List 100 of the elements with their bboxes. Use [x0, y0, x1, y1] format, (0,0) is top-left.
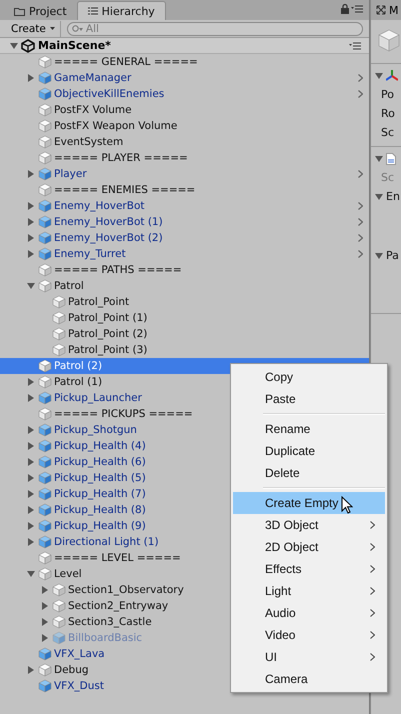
object-name[interactable]: ObjectiveKillEnemies	[54, 88, 164, 100]
chevron-icon[interactable]	[358, 170, 363, 178]
object-name[interactable]: Pickup_Health (7)	[54, 488, 146, 500]
object-name[interactable]: Patrol_Point (3)	[68, 344, 148, 356]
collapsed-arrow-icon[interactable]	[41, 618, 49, 626]
collapsed-arrow-icon[interactable]	[27, 426, 35, 434]
field-label: Sc	[380, 171, 394, 184]
collapsed-arrow-icon[interactable]	[27, 74, 35, 82]
menu-item[interactable]: Audio	[233, 602, 385, 624]
expanded-arrow-icon[interactable]	[375, 192, 383, 200]
object-name[interactable]: Patrol_Point (1)	[68, 312, 148, 324]
menu-item[interactable]: Light	[233, 580, 385, 602]
object-name[interactable]: ===== ENEMIES =====	[54, 184, 196, 196]
chevron-icon[interactable]	[358, 90, 363, 98]
object-name[interactable]: Enemy_HoverBot	[54, 200, 144, 212]
object-name[interactable]: Section1_Observatory	[68, 584, 184, 596]
cube-icon	[38, 487, 52, 501]
object-name[interactable]: ===== GENERAL =====	[54, 56, 198, 68]
collapsed-arrow-icon[interactable]	[27, 234, 35, 242]
collapsed-arrow-icon[interactable]	[41, 586, 49, 594]
chevron-icon[interactable]	[358, 250, 363, 258]
lock-icon[interactable]	[341, 4, 349, 14]
menu-item[interactable]: Video	[233, 624, 385, 646]
menu-item[interactable]: Camera	[233, 668, 385, 690]
object-name[interactable]: VFX_Lava	[54, 648, 105, 660]
object-name[interactable]: Player	[54, 168, 87, 180]
chevron-icon[interactable]	[358, 74, 363, 82]
menu-icon[interactable]	[351, 4, 363, 14]
collapsed-arrow-icon[interactable]	[27, 490, 35, 498]
menu-icon[interactable]	[349, 42, 361, 50]
object-name[interactable]: Pickup_Shotgun	[54, 424, 137, 436]
menu-item[interactable]: Rename	[233, 418, 385, 440]
object-name[interactable]: Section3_Castle	[68, 616, 152, 628]
menu-item[interactable]: Create Empty	[233, 492, 385, 514]
menu-item[interactable]: 3D Object	[233, 514, 385, 536]
menu-item[interactable]: Effects	[233, 558, 385, 580]
object-name[interactable]: VFX_Dust	[54, 680, 104, 692]
panel-tab[interactable]: Hierarchy	[76, 1, 166, 20]
object-name[interactable]: ===== PICKUPS =====	[54, 408, 193, 420]
expanded-arrow-icon[interactable]	[27, 282, 35, 290]
object-name[interactable]: Debug	[54, 664, 89, 676]
object-name[interactable]: EventSystem	[54, 136, 124, 148]
expanded-arrow-icon[interactable]	[375, 154, 383, 162]
collapsed-arrow-icon[interactable]	[27, 474, 35, 482]
object-name[interactable]: Patrol_Point (2)	[68, 328, 148, 340]
menu-item[interactable]: Delete	[233, 462, 385, 484]
collapsed-arrow-icon[interactable]	[27, 202, 35, 210]
object-name[interactable]: Pickup_Launcher	[54, 392, 142, 404]
object-name[interactable]: ===== PLAYER =====	[54, 152, 188, 164]
object-name[interactable]: Pickup_Health (9)	[54, 520, 146, 532]
field-label: Pa	[386, 249, 399, 262]
object-name[interactable]: Enemy_HoverBot (2)	[54, 232, 163, 244]
object-name[interactable]: Pickup_Health (5)	[54, 472, 146, 484]
object-name[interactable]: Enemy_Turret	[54, 248, 126, 260]
collapsed-arrow-icon[interactable]	[41, 602, 49, 610]
collapsed-arrow-icon[interactable]	[27, 538, 35, 546]
expanded-arrow-icon[interactable]	[375, 72, 383, 80]
collapsed-arrow-icon[interactable]	[27, 250, 35, 258]
collapsed-arrow-icon[interactable]	[27, 666, 35, 674]
chevron-icon[interactable]	[358, 234, 363, 242]
object-name[interactable]: Pickup_Health (6)	[54, 456, 146, 468]
create-dropdown[interactable]: Create	[6, 20, 61, 36]
expanded-arrow-icon[interactable]	[10, 42, 18, 50]
menu-item[interactable]: Paste	[233, 388, 385, 410]
collapsed-arrow-icon[interactable]	[27, 442, 35, 450]
axes-icon	[386, 70, 398, 82]
cursor-icon	[341, 496, 353, 514]
object-name[interactable]: Section2_Entryway	[68, 600, 168, 612]
expanded-arrow-icon[interactable]	[375, 252, 383, 260]
collapsed-arrow-icon[interactable]	[27, 506, 35, 514]
object-name[interactable]: Pickup_Health (4)	[54, 440, 146, 452]
collapsed-arrow-icon[interactable]	[27, 522, 35, 530]
object-name[interactable]: Directional Light (1)	[54, 536, 159, 548]
menu-item[interactable]: 2D Object	[233, 536, 385, 558]
object-name[interactable]: Patrol_Point	[68, 296, 130, 308]
cube-icon	[52, 583, 66, 597]
cube-icon	[38, 423, 52, 437]
collapsed-arrow-icon[interactable]	[27, 458, 35, 466]
object-name[interactable]: ===== LEVEL =====	[54, 552, 181, 564]
object-name[interactable]: ===== PATHS =====	[54, 264, 182, 276]
expanded-arrow-icon[interactable]	[27, 570, 35, 578]
chevron-icon[interactable]	[358, 202, 363, 210]
object-name[interactable]: Level	[54, 568, 82, 580]
object-name[interactable]: Patrol (1)	[54, 376, 102, 388]
object-name[interactable]: Patrol	[54, 280, 84, 292]
object-name[interactable]: Pickup_Health (8)	[54, 504, 146, 516]
collapsed-arrow-icon[interactable]	[27, 378, 35, 386]
object-name[interactable]: PostFX Weapon Volume	[54, 120, 178, 132]
menu-item[interactable]: Duplicate	[233, 440, 385, 462]
object-name[interactable]: PostFX Volume	[54, 104, 132, 116]
object-name[interactable]: Enemy_HoverBot (1)	[54, 216, 163, 228]
maximize-icon[interactable]	[376, 5, 386, 15]
object-name[interactable]: Patrol (2)	[54, 360, 102, 372]
cube-icon	[52, 631, 66, 645]
collapsed-arrow-icon[interactable]	[27, 218, 35, 226]
collapsed-arrow-icon[interactable]	[27, 170, 35, 178]
chevron-icon[interactable]	[358, 218, 363, 226]
object-name[interactable]: GameManager	[54, 72, 132, 84]
menu-item[interactable]: UI	[233, 646, 385, 668]
collapsed-arrow-icon[interactable]	[27, 394, 35, 402]
